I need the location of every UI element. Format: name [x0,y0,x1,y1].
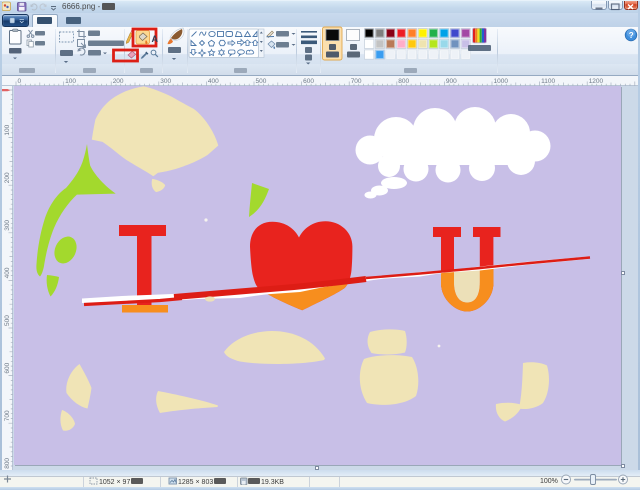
svg-text:900: 900 [446,78,457,85]
svg-text:200: 200 [113,78,124,85]
svg-text:800: 800 [4,458,11,469]
svg-text:A: A [152,34,159,44]
svg-text:700: 700 [351,78,362,85]
svg-text:400: 400 [4,267,11,278]
svg-text:700: 700 [4,410,11,421]
svg-text:400: 400 [208,78,219,85]
svg-text:500: 500 [4,315,11,326]
svg-text:?: ? [629,31,634,40]
svg-text:100: 100 [4,124,11,135]
svg-text:200: 200 [4,172,11,183]
svg-text:1200: 1200 [589,78,604,85]
svg-text:600: 600 [303,78,314,85]
svg-text:800: 800 [398,78,409,85]
svg-text:500: 500 [256,78,267,85]
svg-text:300: 300 [4,220,11,231]
svg-text:1000: 1000 [494,78,509,85]
svg-text:0: 0 [18,78,22,85]
svg-text:100: 100 [65,78,76,85]
svg-text:1100: 1100 [541,78,555,85]
svg-text:600: 600 [4,362,11,373]
svg-text:300: 300 [160,78,171,85]
